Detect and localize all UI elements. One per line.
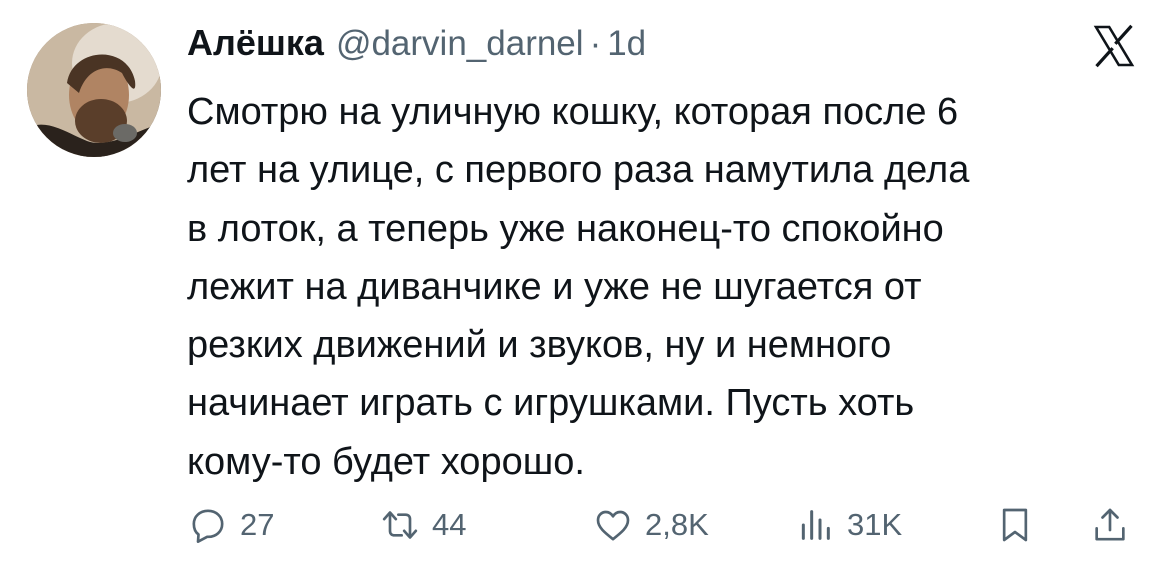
reply-count: 27 (240, 507, 275, 542)
tweet-card[interactable]: Алёшка @darvin_darnel · 1d Смотрю на ули… (0, 0, 1170, 575)
bookmark-button[interactable] (995, 500, 1035, 550)
views-icon (801, 510, 830, 540)
share-button[interactable] (1090, 500, 1130, 550)
tweet-text-line: начинает играть с игрушками. Пусть хоть (187, 382, 915, 425)
avatar[interactable] (27, 23, 161, 157)
tweet-time[interactable]: 1d (607, 24, 646, 64)
tweet-text-line: кому-то будет хорошо. (187, 440, 585, 483)
like-button[interactable]: 2,8K (593, 500, 709, 550)
tweet-text-line: резких движений и звуков, ну и немного (187, 324, 892, 367)
tweet-header: Алёшка @darvin_darnel · 1d (187, 22, 646, 72)
share-icon (1095, 508, 1125, 541)
retweet-button[interactable]: 44 (380, 500, 466, 550)
reply-icon (192, 509, 224, 543)
retweet-count: 44 (432, 507, 467, 542)
tweet-text-line: лет на улице, с первого раза намутила де… (187, 149, 970, 192)
tweet-text-line: лежит на диванчике и уже не шугается от (187, 265, 922, 308)
bookmark-icon (1002, 508, 1028, 542)
retweet-icon (382, 511, 418, 539)
tweet-text-line: в лоток, а теперь уже наконец-то спокойн… (187, 207, 944, 250)
action-bar: 27 44 2,8K 31K (0, 500, 1170, 550)
like-count: 2,8K (645, 507, 709, 542)
tweet-text-line: Смотрю на уличную кошку, которая после 6 (187, 91, 959, 133)
x-logo-icon[interactable] (1090, 22, 1138, 70)
views-count: 31K (847, 507, 903, 542)
separator-dot: · (589, 24, 602, 63)
heart-icon (596, 510, 630, 541)
views-button[interactable]: 31K (795, 500, 902, 550)
author-name[interactable]: Алёшка (187, 22, 324, 64)
tweet-text: Смотрю на уличную кошку, которая после 6… (187, 83, 1147, 491)
author-handle[interactable]: @darvin_darnel (336, 24, 584, 64)
reply-button[interactable]: 27 (188, 500, 274, 550)
